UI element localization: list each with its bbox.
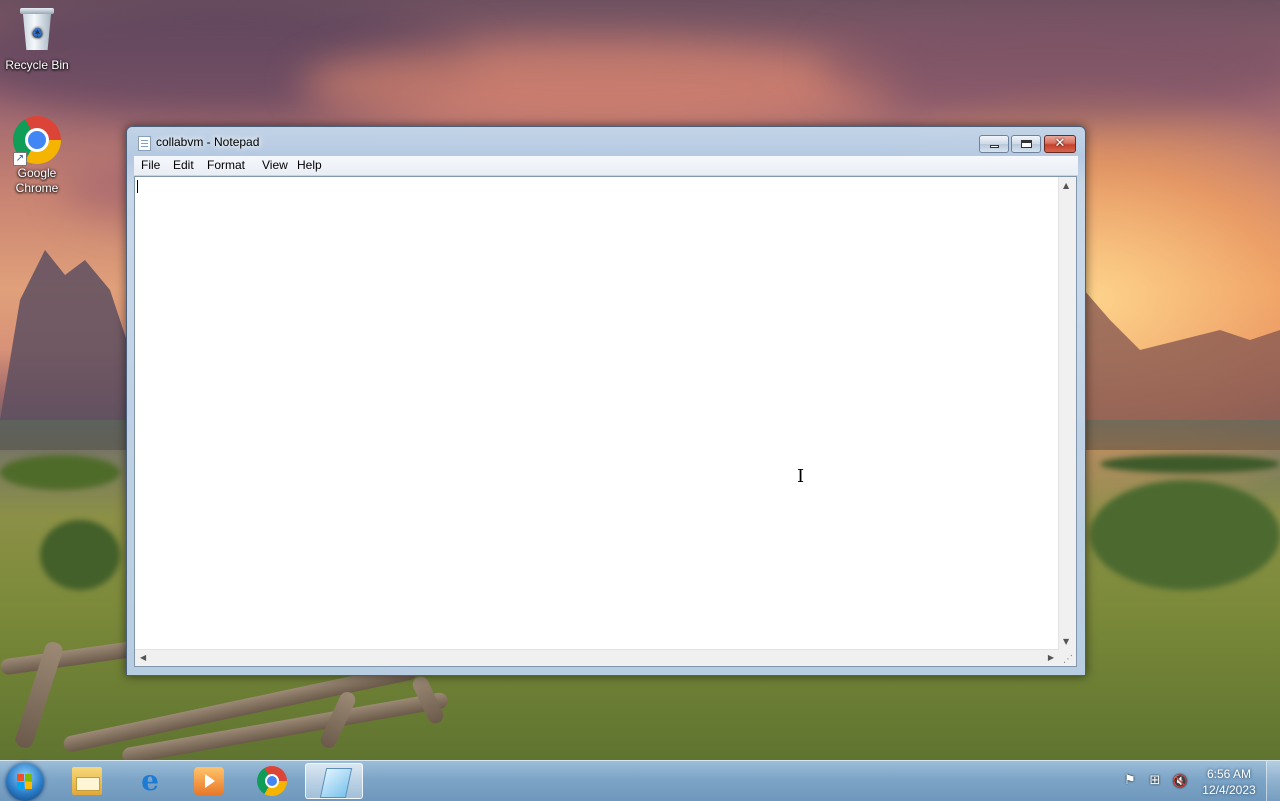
menu-edit[interactable]: Edit — [167, 158, 200, 173]
notepad-icon — [319, 768, 353, 798]
wallpaper-bush — [1090, 480, 1280, 590]
taskbar: e ⚑ ⊞ 🔇 6:56 AM 12/4/2023 — [0, 760, 1280, 801]
file-explorer-icon — [72, 767, 102, 795]
maximize-icon — [1021, 140, 1032, 148]
horizontal-scrollbar[interactable]: ◀ ▶ — [135, 649, 1059, 666]
desktop-icon-label-line2: Chrome — [15, 181, 59, 195]
text-editor[interactable]: ▲ ▼ ◀ ▶ — [134, 176, 1077, 667]
windows-logo-icon — [17, 774, 33, 790]
shortcut-arrow-icon: ↗ — [13, 152, 27, 166]
taskbar-notepad[interactable] — [305, 763, 363, 799]
wallpaper-bush — [0, 455, 120, 490]
wallpaper-bush — [1100, 455, 1280, 473]
system-clock[interactable]: 6:56 AM 12/4/2023 — [1196, 766, 1262, 798]
taskbar-media-player[interactable] — [180, 763, 238, 799]
volume-muted-icon[interactable]: 🔇 — [1172, 773, 1188, 789]
title-bar[interactable]: collabvm - Notepad ✕ — [127, 127, 1085, 157]
chrome-icon — [257, 766, 287, 796]
scroll-left-icon[interactable]: ◀ — [140, 654, 146, 662]
menu-format[interactable]: Format — [201, 158, 251, 173]
show-desktop-button[interactable] — [1266, 761, 1280, 801]
wallpaper-cloud — [300, 40, 900, 130]
notepad-window[interactable]: collabvm - Notepad ✕ File Edit Format Vi… — [126, 126, 1086, 676]
taskbar-internet-explorer[interactable]: e — [121, 763, 179, 799]
window-title: collabvm - Notepad — [156, 135, 260, 149]
text-area[interactable] — [137, 179, 1057, 649]
close-button[interactable]: ✕ — [1044, 135, 1076, 153]
desktop-icon-label-line1: Google — [17, 166, 57, 180]
clock-time: 6:56 AM — [1206, 767, 1252, 781]
taskbar-chrome[interactable] — [243, 763, 301, 799]
menu-view[interactable]: View — [256, 158, 294, 173]
wallpaper-bush — [40, 520, 120, 590]
desktop-icon-google-chrome[interactable]: ↗ Google Chrome — [0, 116, 74, 196]
minimize-button[interactable] — [979, 135, 1009, 153]
close-icon: ✕ — [1054, 136, 1066, 151]
desktop-icon-label: Recycle Bin — [5, 58, 69, 72]
maximize-button[interactable] — [1011, 135, 1041, 153]
scroll-right-icon[interactable]: ▶ — [1048, 654, 1054, 662]
text-caret — [137, 180, 138, 193]
minimize-icon — [990, 145, 999, 148]
clock-date: 12/4/2023 — [1202, 783, 1256, 797]
notepad-icon — [138, 136, 151, 151]
start-button[interactable] — [6, 763, 44, 801]
desktop-icon-recycle-bin[interactable]: ♻ Recycle Bin — [0, 8, 74, 73]
wallpaper-fence — [0, 640, 141, 676]
internet-explorer-icon: e — [141, 764, 159, 797]
taskbar-file-explorer[interactable] — [58, 763, 116, 799]
media-player-icon — [194, 767, 224, 795]
scroll-up-icon[interactable]: ▲ — [1063, 182, 1069, 190]
text-cursor-icon: I — [797, 466, 805, 487]
menu-help[interactable]: Help — [291, 158, 328, 173]
recycle-bin-icon: ♻ — [13, 8, 61, 56]
menu-file[interactable]: File — [135, 158, 166, 173]
wallpaper-cloud — [820, 10, 1280, 120]
action-center-flag-icon[interactable]: ⚑ — [1122, 773, 1138, 789]
scroll-down-icon[interactable]: ▼ — [1063, 638, 1069, 646]
size-grip[interactable] — [1059, 650, 1076, 666]
chrome-icon: ↗ — [13, 116, 61, 166]
menu-bar: File Edit Format View Help — [134, 156, 1078, 176]
network-icon[interactable]: ⊞ — [1147, 773, 1163, 789]
vertical-scrollbar[interactable]: ▲ ▼ — [1058, 177, 1076, 651]
